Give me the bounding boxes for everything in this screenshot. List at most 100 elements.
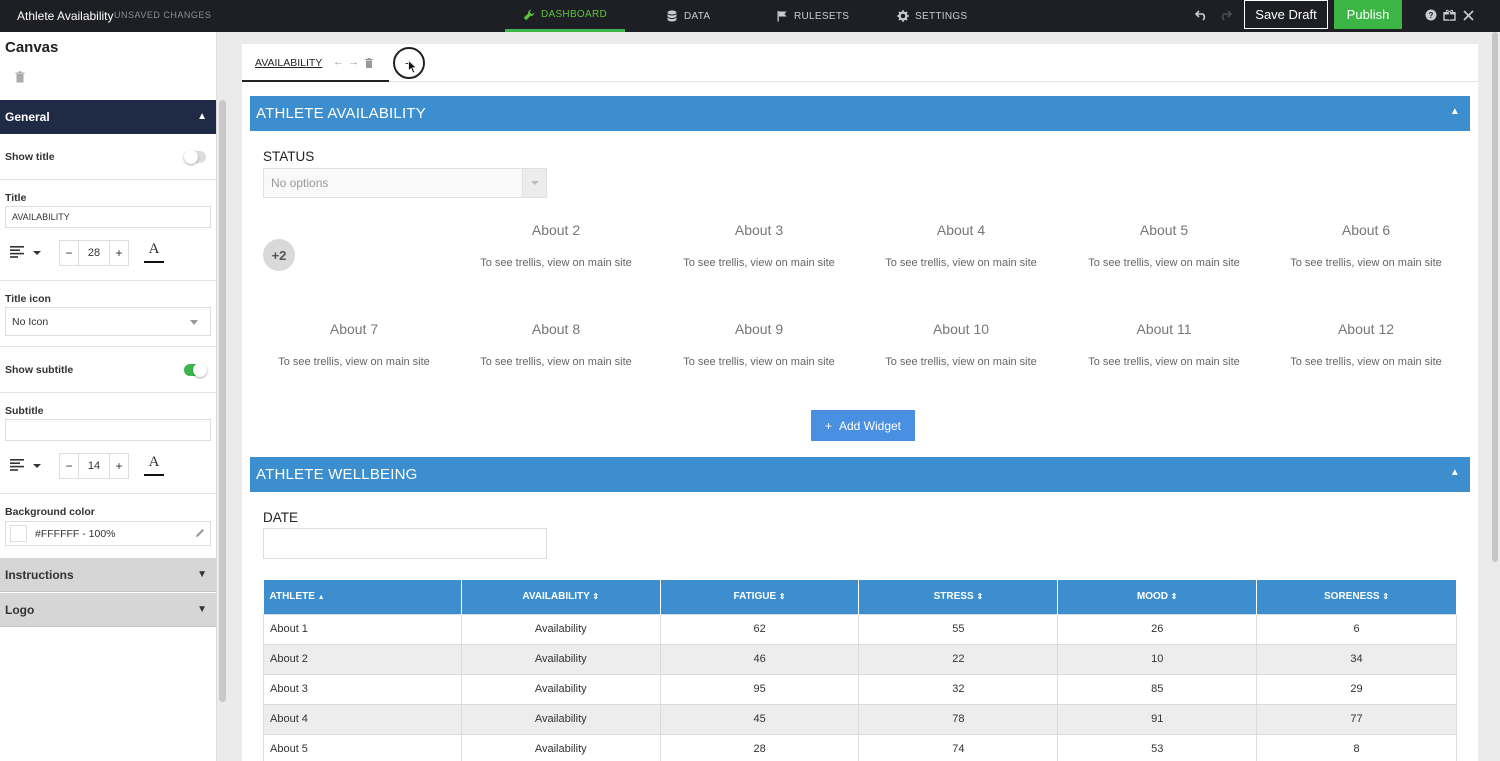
trellis-title: About 8 [531, 321, 581, 337]
nav-dashboard[interactable]: DASHBOARD [505, 0, 625, 32]
nav-settings[interactable]: SETTINGS [897, 0, 967, 32]
instructions-section-header[interactable]: Instructions ▼ [0, 558, 216, 592]
undo-icon[interactable] [1194, 7, 1210, 23]
more-items-badge[interactable]: +2 [263, 239, 295, 271]
chevron-down-icon[interactable] [33, 251, 41, 255]
nav-rulesets[interactable]: RULESETS [776, 0, 849, 32]
column-header-mood[interactable]: MOOD ⇕ [1057, 580, 1258, 614]
stress-cell: 55 [858, 613, 1059, 645]
chevron-down-icon[interactable] [522, 169, 546, 197]
subtitle-font-size-value[interactable]: 14 [78, 453, 110, 479]
show-title-toggle[interactable] [184, 150, 206, 164]
title-font-size-stepper[interactable]: − 28 + [59, 240, 129, 266]
dashboard-canvas: AVAILABILITY ← → + ATHLETE AVAILABILITY … [242, 44, 1478, 761]
arrow-right-icon[interactable]: → [348, 56, 359, 68]
scrollbar-thumb[interactable] [219, 100, 226, 702]
section-title: ATHLETE AVAILABILITY [256, 105, 426, 122]
scrollbar-thumb[interactable] [1492, 32, 1498, 562]
trash-icon[interactable] [365, 58, 373, 68]
pencil-icon[interactable] [195, 528, 205, 538]
mood-cell: 85 [1057, 673, 1258, 705]
decrement-button[interactable]: − [60, 459, 78, 473]
availability-cell: Availability [460, 673, 661, 705]
nav-dashboard-label: DASHBOARD [540, 9, 608, 20]
help-icon[interactable]: ? [1423, 7, 1439, 23]
top-bar: Athlete Availability UNSAVED CHANGES DAS… [0, 0, 1500, 32]
mood-cell: 10 [1057, 643, 1258, 675]
chevron-down-icon[interactable] [33, 464, 41, 468]
column-header-availability[interactable]: AVAILABILITY ⇕ [461, 580, 661, 614]
align-left-icon[interactable] [10, 246, 24, 258]
trellis-title: About 11 [1136, 321, 1192, 337]
background-color-field[interactable]: #FFFFFF - 100% [5, 521, 211, 546]
sort-icon: ⇕ [592, 592, 600, 602]
save-draft-button[interactable]: Save Draft [1244, 0, 1328, 29]
decrement-button[interactable]: − [60, 246, 78, 260]
trash-icon[interactable] [15, 71, 25, 83]
chevron-up-icon[interactable]: ▲ [1450, 467, 1460, 478]
column-header-label: MOOD [1136, 591, 1169, 603]
table-row[interactable]: About 2 Availability 46 22 10 34 [263, 643, 1457, 675]
column-header-label: STRESS [933, 591, 974, 603]
arrow-left-icon[interactable]: ← [333, 56, 344, 68]
nav-data[interactable]: DATA [666, 0, 710, 32]
table-row[interactable]: About 5 Availability 28 74 53 8 [263, 733, 1457, 761]
font-color-icon[interactable]: A [143, 454, 165, 476]
column-header-fatigue[interactable]: FATIGUE ⇕ [660, 580, 860, 614]
increment-button[interactable]: + [110, 459, 128, 473]
font-color-icon[interactable]: A [143, 241, 165, 263]
trellis-title: About 3 [734, 222, 784, 238]
athlete-wellbeing-section[interactable]: ATHLETE WELLBEING ▲ [250, 457, 1470, 492]
panel-scrollbar[interactable] [217, 32, 229, 761]
chevron-down-icon: ▼ [197, 569, 207, 580]
column-header-stress[interactable]: STRESS ⇕ [858, 580, 1059, 614]
table-row[interactable]: About 4 Availability 45 78 91 77 [263, 703, 1457, 735]
athlete-cell: About 1 [263, 613, 462, 645]
status-filter-select[interactable]: No options [263, 168, 547, 198]
subtitle-font-size-stepper[interactable]: − 14 + [59, 453, 129, 479]
fatigue-cell: 46 [659, 643, 860, 675]
redo-icon[interactable] [1217, 7, 1233, 23]
canvas-scrollbar[interactable] [1490, 32, 1500, 761]
logo-section-header[interactable]: Logo ▼ [0, 593, 216, 627]
stress-cell: 78 [858, 703, 1059, 735]
fatigue-cell: 45 [659, 703, 860, 735]
soreness-cell: 77 [1256, 703, 1457, 735]
date-filter-input[interactable] [263, 528, 547, 559]
subtitle-input[interactable] [5, 419, 211, 441]
increment-button[interactable]: + [110, 246, 128, 260]
sort-icon: ⇕ [1170, 592, 1178, 602]
divider [0, 392, 216, 393]
title-input[interactable]: AVAILABILITY [5, 206, 211, 228]
publish-button[interactable]: Publish [1334, 0, 1402, 29]
athlete-availability-section[interactable]: ATHLETE AVAILABILITY ▲ [250, 96, 1470, 131]
wrench-icon [523, 9, 535, 20]
title-font-size-value[interactable]: 28 [78, 240, 110, 266]
add-widget-button[interactable]: + Add Widget [811, 410, 915, 441]
table-row[interactable]: About 1 Availability 62 55 26 6 [263, 613, 1457, 645]
align-left-icon[interactable] [10, 459, 24, 471]
chevron-up-icon[interactable]: ▲ [1450, 106, 1460, 117]
svg-text:?: ? [1429, 11, 1434, 20]
gift-icon[interactable] [1441, 7, 1457, 23]
database-icon [667, 10, 677, 22]
unsaved-changes-badge: UNSAVED CHANGES [114, 10, 212, 20]
tab-availability[interactable]: AVAILABILITY ← → [242, 44, 389, 82]
table-row[interactable]: About 3 Availability 95 32 85 29 [263, 673, 1457, 705]
trellis-note: To see trellis, view on main site [683, 257, 835, 269]
subtitle-label: Subtitle [5, 405, 44, 417]
column-header-athlete[interactable]: ATHLETE ▲ [263, 580, 462, 614]
general-section-header[interactable]: General ▲ [0, 100, 216, 134]
close-icon[interactable] [1460, 7, 1476, 23]
soreness-cell: 8 [1256, 733, 1457, 761]
color-swatch[interactable] [10, 525, 27, 542]
availability-cell: Availability [460, 643, 661, 675]
column-header-label: ATHLETE [269, 591, 315, 603]
column-header-soreness[interactable]: SORENESS ⇕ [1256, 580, 1457, 614]
stress-cell: 74 [858, 733, 1059, 761]
sort-icon: ⇕ [1382, 592, 1390, 602]
gear-icon [897, 10, 909, 22]
title-icon-select[interactable]: No Icon [5, 307, 211, 336]
trellis-cell: About 12 To see trellis, view on main sit… [1265, 321, 1467, 368]
show-subtitle-toggle[interactable] [184, 363, 207, 377]
